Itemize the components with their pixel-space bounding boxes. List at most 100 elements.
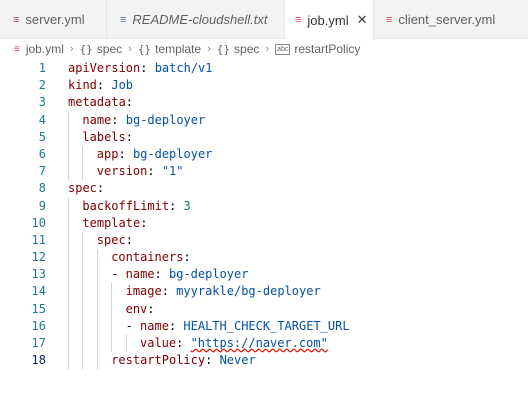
code-line[interactable]: 9 backoffLimit: 3 [0,197,528,215]
code-token: : [140,61,155,75]
indent-guide [82,352,84,370]
code-editor[interactable]: 1 apiVersion: batch/v1 2 kind: Job 3 metadata… [0,59,528,407]
code-text: kind: Job [68,77,133,94]
line-number: 7 [38,164,46,179]
code-line[interactable]: 6 app: bg-deployer [0,145,528,164]
indent-guide [68,128,69,146]
indent-guide [82,163,84,181]
indent-guide [82,266,84,284]
indent-guide [111,300,113,318]
code-token: name [125,267,155,282]
code-token: : [154,267,169,282]
indent-guide [68,197,69,215]
code-token: version [96,164,148,179]
code-line[interactable]: 11 spec: [0,231,528,250]
code-token: : [161,284,177,299]
line-number: 14 [31,284,46,299]
code-line[interactable]: 15 env: [0,300,528,318]
tab-server-yml[interactable]: ≡ server.yml [0,0,107,39]
chevron-right-icon: › [69,43,74,55]
code-token: bg-deployer [132,146,213,161]
line-number: 11 [31,232,46,247]
line-number: 13 [31,267,46,282]
breadcrumb: ≡ job.yml › {} spec › {} template › {} s… [0,39,528,59]
code-line[interactable]: 8 spec: [0,180,528,197]
line-number: 5 [38,129,46,144]
code-line[interactable]: 18 restartPolicy: Never [0,352,528,370]
line-number: 3 [38,95,46,110]
indent-guide [96,335,98,353]
code-token: spec [96,232,126,247]
tab-job-yml[interactable]: ≡ job.yml ✕ [285,0,374,40]
line-number: 12 [31,250,46,265]
code-token: : [96,181,105,196]
code-line[interactable]: 4 name: bg-deployer [0,111,528,129]
code-line[interactable]: 14 image: myyrakle/bg-deployer [0,283,528,301]
code-text: name: bg-deployer [82,112,205,129]
code-token: - [125,318,141,333]
indent-guide [68,335,69,353]
code-token: : [176,336,191,350]
code-token: Never [219,353,256,368]
code-token: value [140,336,177,350]
yml-file-icon: ≡ [14,43,20,55]
close-icon[interactable]: ✕ [357,12,368,28]
breadcrumb-item-spec[interactable]: spec [234,42,259,56]
breadcrumb-item-template[interactable]: template [155,42,201,56]
tab-client-server-yml[interactable]: ≡ client_server.yml [374,0,528,39]
line-number: 18 [31,353,46,368]
tab-label: README-cloudshell.txt [132,12,268,27]
code-text: value: "https://naver.com" [140,335,328,352]
indent-guide [96,352,98,370]
line-number: 4 [38,112,46,127]
tab-label: client_server.yml [398,12,496,27]
code-token: containers [111,250,184,265]
yml-file-icon: ≡ [386,13,393,26]
code-line[interactable]: 10 template: [0,214,528,232]
code-line[interactable]: 12 containers: [0,249,528,267]
code-token: : [168,318,184,333]
tab-readme-cloudshell-txt[interactable]: ≡ README-cloudshell.txt [107,0,285,39]
code-line[interactable]: 3 metadata: [0,94,528,111]
code-token: name [82,112,112,127]
code-token: - [111,267,126,282]
code-line[interactable]: 5 labels: [0,128,528,146]
code-text: env: [126,301,155,318]
code-token: spec [68,181,97,196]
breadcrumb-file[interactable]: job.yml [26,42,64,56]
code-token: name [140,318,169,333]
indent-guide [125,335,127,353]
code-line[interactable]: 16 - name: HEALTH_CHECK_TARGET_URL [0,317,528,335]
code-token: env [125,301,148,316]
code-line[interactable]: 7 version: "1" [0,163,528,181]
indent-guide [68,145,69,164]
tab-bar: ≡ server.yml ≡ README-cloudshell.txt ≡ j… [0,0,528,40]
indent-guide [68,300,69,318]
code-line[interactable]: 17 value: "https://naver.com" [0,335,528,353]
code-text: version: "1" [97,163,184,180]
code-text: - name: HEALTH_CHECK_TARGET_URL [126,318,350,335]
indent-guide [96,283,98,301]
code-token: myyrakle/bg-deployer [176,284,321,299]
code-token: app [96,146,119,161]
indent-guide [82,231,84,250]
code-token: restartPolicy [111,353,206,368]
code-token: apiVersion [68,61,141,75]
code-token: : [125,129,133,144]
code-token: : [125,95,134,110]
code-token: : [183,250,191,265]
indent-guide [96,317,98,335]
indent-guide [96,266,98,284]
indent-guide [68,283,69,301]
chevron-right-icon: › [128,43,132,55]
code-token: : [169,198,184,213]
breadcrumb-item-restart-policy[interactable]: restartPolicy [294,42,360,56]
code-line[interactable]: 2 kind: Job [0,77,528,94]
code-line[interactable]: 13 - name: bg-deployer [0,266,528,284]
line-number: 17 [31,336,46,350]
code-line[interactable]: 1 apiVersion: batch/v1 [0,60,528,77]
breadcrumb-item-spec[interactable]: spec [97,42,122,56]
indent-guide [111,335,113,353]
line-number: 16 [31,318,46,333]
code-token: backoffLimit [82,198,170,213]
